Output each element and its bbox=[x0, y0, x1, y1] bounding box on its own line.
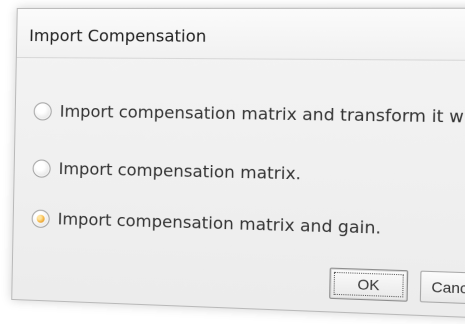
dialog-title: Import Compensation bbox=[29, 26, 207, 46]
radio-button-import-matrix-and-gain[interactable] bbox=[31, 208, 50, 228]
cancel-button[interactable]: Cancel bbox=[419, 270, 465, 305]
radio-button-transform-with-current-gains[interactable] bbox=[33, 101, 52, 121]
screenshot-scene: Import Compensation ⤭ Import compensatio… bbox=[0, 0, 465, 321]
option-label-import-matrix-and-gain: Import compensation matrix and gain. bbox=[57, 209, 382, 238]
import-compensation-dialog: Import Compensation ⤭ Import compensatio… bbox=[11, 7, 465, 320]
radio-button-import-matrix[interactable] bbox=[32, 158, 51, 178]
option-label-import-matrix: Import compensation matrix. bbox=[58, 158, 302, 184]
option-import-matrix[interactable]: Import compensation matrix. bbox=[32, 158, 301, 183]
ok-button[interactable]: OK bbox=[329, 267, 409, 302]
option-import-matrix-and-gain[interactable]: Import compensation matrix and gain. bbox=[31, 208, 382, 238]
dialog-buttons: OK Cancel bbox=[329, 267, 465, 305]
title-bar: Import Compensation bbox=[16, 8, 465, 62]
option-transform-with-current-gains[interactable]: Import compensation matrix and transform… bbox=[33, 101, 465, 129]
option-label-transform-with-current-gains: Import compensation matrix and transform… bbox=[59, 101, 465, 129]
